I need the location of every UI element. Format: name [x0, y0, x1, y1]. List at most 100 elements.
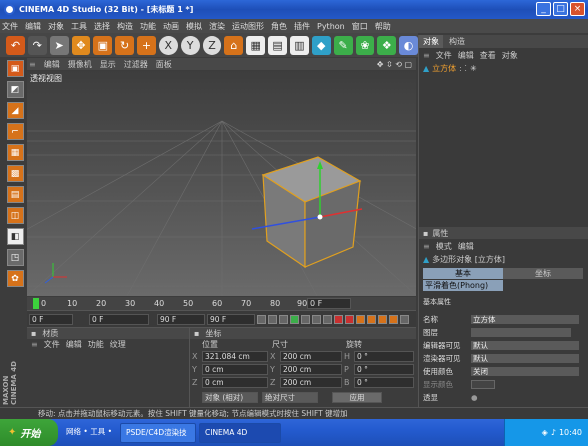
size-y-field[interactable]: 200 cm — [280, 364, 342, 375]
sculpt-icon[interactable]: ◳ — [6, 249, 24, 266]
viewport-menu-filter[interactable]: 过滤器 — [124, 59, 148, 70]
timeline-ruler[interactable]: 0 10 20 30 40 50 60 70 80 90 0 F — [27, 297, 416, 311]
next-key-icon[interactable] — [312, 314, 321, 324]
paint-icon[interactable]: ✿ — [6, 270, 24, 287]
menu-plugins[interactable]: 插件 — [294, 21, 310, 32]
play-icon[interactable] — [290, 314, 299, 324]
goto-start-icon[interactable] — [257, 314, 266, 324]
obj-menu-view[interactable]: 查看 — [480, 50, 496, 61]
viewport-menu-camera[interactable]: 摄像机 — [68, 59, 92, 70]
network-icon[interactable]: ◈ — [542, 428, 548, 437]
render-picture-icon[interactable]: ▤ — [268, 35, 287, 55]
start-frame-field[interactable]: 0 F — [29, 313, 73, 325]
rot-b-field[interactable]: 0 ° — [354, 377, 414, 388]
render-settings-icon[interactable]: ▥ — [289, 35, 309, 55]
select-icon[interactable]: ➤ — [49, 35, 69, 55]
preview-max-field[interactable]: 90 F — [157, 313, 205, 325]
attr-display-color-swatch[interactable] — [471, 379, 495, 389]
perspective-viewport[interactable]: 透视视图 — [27, 71, 416, 296]
menu-structure[interactable]: 构造 — [117, 21, 133, 32]
polygons-mode-icon[interactable]: ▩ — [6, 165, 24, 182]
scene-icon[interactable]: ◐ — [399, 35, 419, 55]
x-axis-icon[interactable]: X — [158, 35, 178, 55]
attr-use-color-select[interactable]: 关闭 — [471, 366, 579, 376]
menu-character[interactable]: 角色 — [271, 21, 287, 32]
rot-h-field[interactable]: 0 ° — [354, 351, 414, 362]
points-mode-icon[interactable]: ⌐ — [6, 123, 24, 140]
object-name[interactable]: 立方体 — [432, 63, 456, 74]
coord-system-icon[interactable]: ⌂ — [224, 35, 244, 55]
enable-axis-icon[interactable]: ◫ — [6, 207, 24, 224]
current-frame-field[interactable]: 0 F — [307, 298, 351, 309]
uv-mode-icon[interactable]: ▤ — [6, 186, 24, 203]
attr-render-vis-select[interactable]: 默认 — [471, 353, 579, 363]
redo-icon[interactable]: ↷ — [27, 35, 47, 55]
goto-end-icon[interactable] — [323, 314, 332, 324]
viewport-menu-edit[interactable]: 编辑 — [44, 59, 60, 70]
menu-python[interactable]: Python — [317, 22, 345, 31]
material-menu-edit[interactable]: 编辑 — [66, 339, 82, 350]
visibility-icon[interactable]: : ⁚ — [459, 64, 467, 73]
nurbs-icon[interactable]: ❀ — [355, 35, 375, 55]
snap-icon[interactable]: ◧ — [6, 228, 24, 245]
timeline[interactable]: 0 10 20 30 40 50 60 70 80 90 0 F 0 F 0 F… — [27, 297, 416, 327]
key-rotation-icon[interactable] — [378, 314, 387, 324]
obj-menu-edit[interactable]: 编辑 — [458, 50, 474, 61]
coord-mode-select[interactable]: 对象 (相对) — [202, 392, 258, 403]
auto-key-icon[interactable] — [345, 314, 354, 324]
y-axis-icon[interactable]: Y — [180, 35, 200, 55]
material-menu-file[interactable]: 文件 — [44, 339, 60, 350]
attr-name-field[interactable]: 立方体 — [471, 314, 579, 324]
menu-tools[interactable]: 工具 — [71, 21, 87, 32]
viewport-menu-display[interactable]: 显示 — [100, 59, 116, 70]
key-position-icon[interactable] — [367, 314, 376, 324]
attr-menu-mode[interactable]: 模式 — [436, 241, 452, 252]
deformer-icon[interactable]: ❖ — [377, 35, 397, 55]
workplane-icon[interactable]: ◢ — [6, 102, 24, 119]
material-menu-texture[interactable]: 纹理 — [110, 339, 126, 350]
task-cinema4d[interactable]: CINEMA 4D Studio... — [199, 422, 281, 443]
z-axis-icon[interactable]: Z — [202, 35, 222, 55]
render-view-icon[interactable]: ▦ — [246, 35, 266, 55]
menu-edit[interactable]: 编辑 — [25, 21, 41, 32]
undo-icon[interactable]: ↶ — [6, 35, 25, 55]
preview-min-field[interactable]: 0 F — [89, 313, 149, 325]
scale-icon[interactable]: ▣ — [93, 35, 113, 55]
pos-x-field[interactable]: 321.084 cm — [202, 351, 268, 362]
rotate-icon[interactable]: ↻ — [115, 35, 135, 55]
move-icon[interactable]: ✥ — [71, 35, 91, 55]
rot-p-field[interactable]: 0 ° — [354, 364, 414, 375]
quick-launch[interactable]: 网络 • 工具 • — [61, 423, 117, 443]
attr-xray-checkbox[interactable]: ● — [471, 393, 478, 402]
model-mode-icon[interactable]: ▣ — [6, 60, 24, 77]
prev-frame-icon[interactable] — [279, 314, 288, 324]
menu-animation[interactable]: 动画 — [163, 21, 179, 32]
attr-layer-field[interactable] — [471, 327, 571, 337]
object-row-cube[interactable]: ▲ 立方体 : ⁚ ✳ — [423, 63, 477, 74]
menu-object[interactable]: 对象 — [48, 21, 64, 32]
volume-icon[interactable]: ♪ — [551, 428, 556, 437]
attr-menu-edit[interactable]: 编辑 — [458, 241, 474, 252]
menu-mograph[interactable]: 运动图形 — [232, 21, 264, 32]
edges-mode-icon[interactable]: ▦ — [6, 144, 24, 161]
maximize-button[interactable]: □ — [553, 2, 568, 16]
coord-size-select[interactable]: 绝对尺寸 — [262, 392, 318, 403]
key-param-icon[interactable] — [400, 314, 409, 324]
next-frame-icon[interactable] — [301, 314, 310, 324]
menu-help[interactable]: 帮助 — [375, 21, 391, 32]
tab-structure[interactable]: 构造 — [445, 35, 469, 48]
tag-icon[interactable]: ✳ — [470, 64, 477, 73]
apply-button[interactable]: 应用 — [332, 392, 382, 403]
pos-y-field[interactable]: 0 cm — [202, 364, 268, 375]
obj-menu-object[interactable]: 对象 — [502, 50, 518, 61]
playhead[interactable] — [33, 298, 39, 309]
size-z-field[interactable]: 200 cm — [280, 377, 342, 388]
minimize-button[interactable]: _ — [536, 2, 551, 16]
attr-tab-phong[interactable]: 平滑着色(Phong) — [423, 280, 503, 291]
task-photoshop[interactable]: PSDE/C4D渲染技术... — [120, 422, 196, 443]
tab-objects[interactable]: 对象 — [419, 35, 443, 48]
close-button[interactable]: × — [570, 2, 585, 16]
material-menu-function[interactable]: 功能 — [88, 339, 104, 350]
add-icon[interactable]: + — [137, 35, 156, 55]
attr-tab-basic[interactable]: 基本 — [423, 268, 503, 279]
